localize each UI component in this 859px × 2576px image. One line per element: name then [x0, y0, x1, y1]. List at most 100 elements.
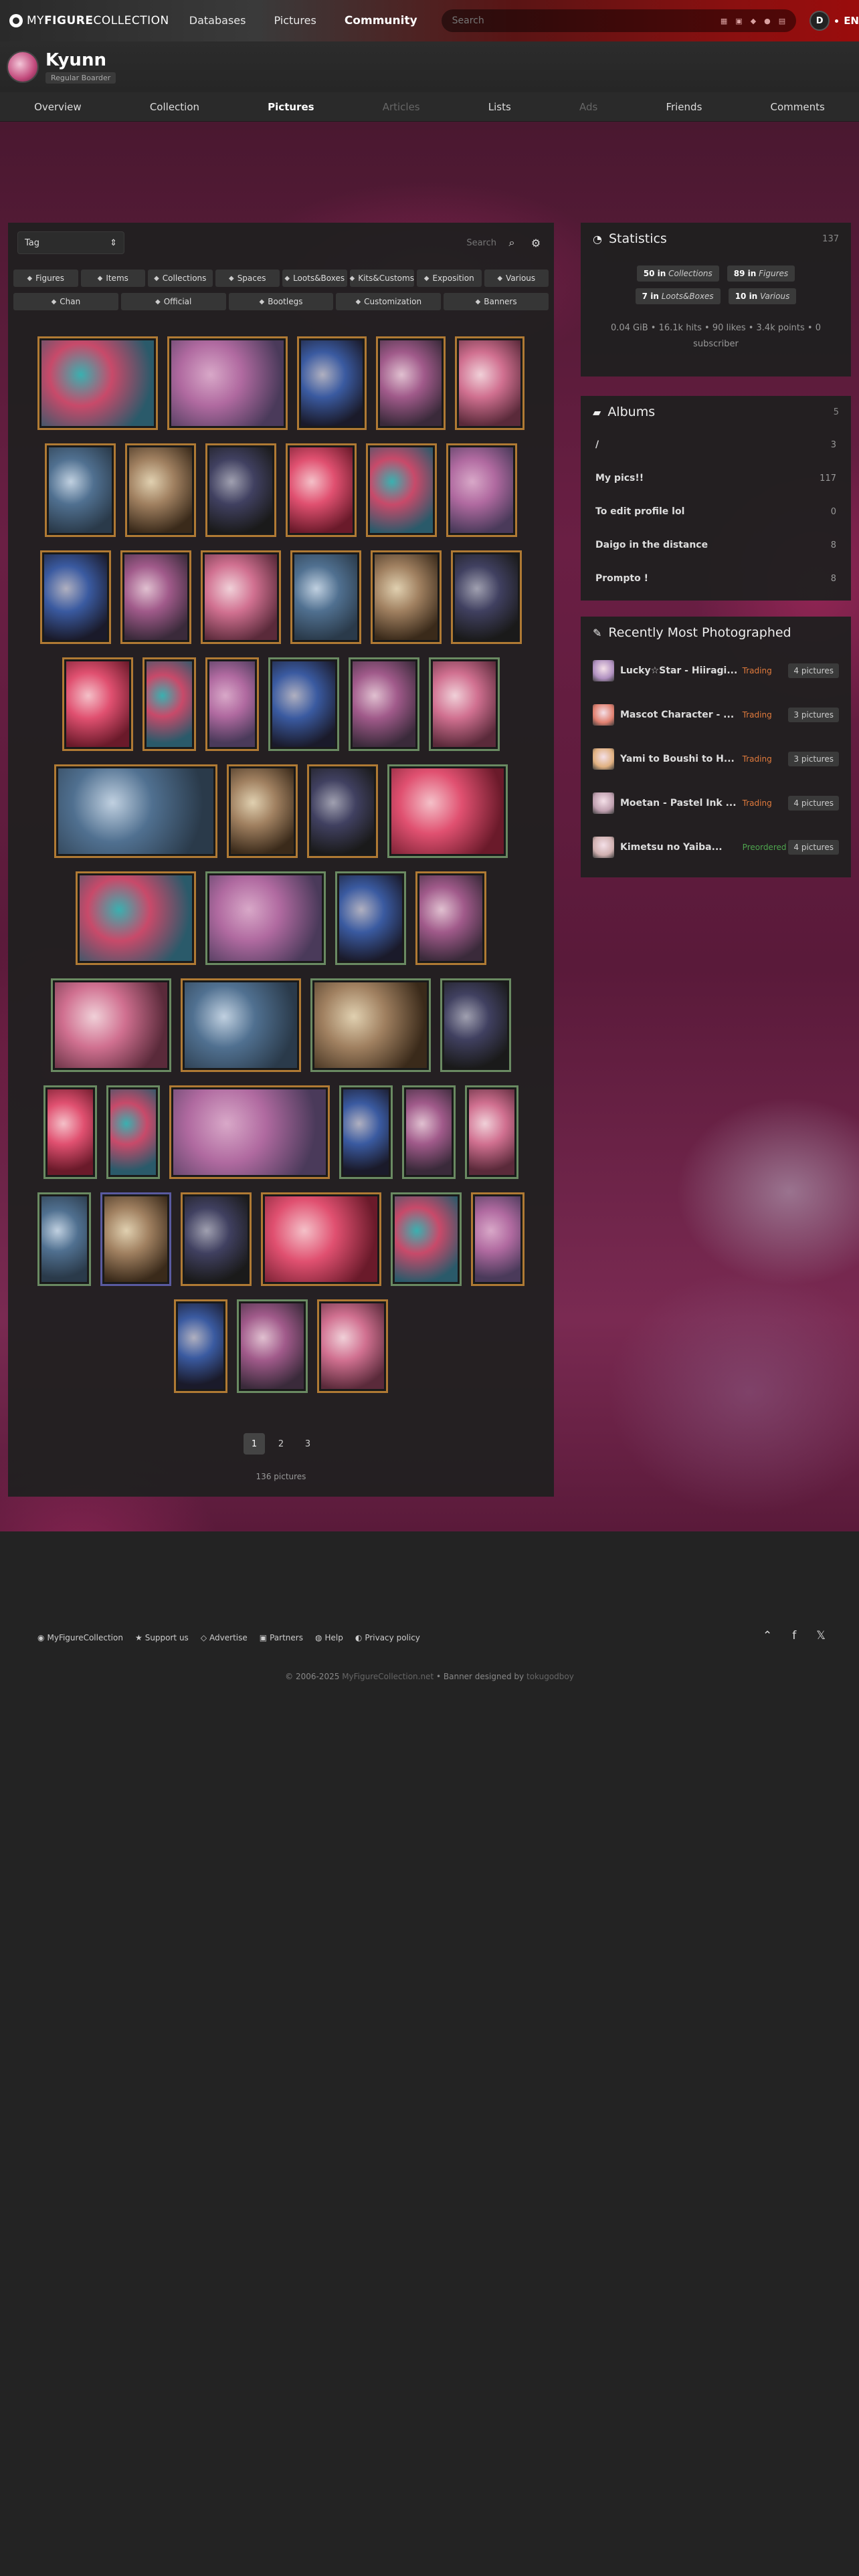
tab-ads[interactable]: Ads [579, 101, 597, 113]
footer-link-partners[interactable]: ▣ Partners [260, 1633, 303, 1642]
profile-avatar[interactable] [7, 51, 39, 83]
nav-community[interactable]: Community [345, 14, 417, 27]
picture-thumbnail[interactable] [181, 1192, 252, 1286]
album-item[interactable]: /3 [581, 428, 851, 461]
tab-lists[interactable]: Lists [488, 101, 511, 113]
picture-thumbnail[interactable] [465, 1085, 518, 1179]
nav-databases[interactable]: Databases [189, 14, 246, 27]
tag-chip-banners[interactable]: ◆ Banners [444, 293, 549, 310]
nav-pictures[interactable]: Pictures [274, 14, 316, 27]
picture-thumbnail[interactable] [37, 1192, 91, 1286]
picture-thumbnail[interactable] [169, 1085, 330, 1179]
picture-thumbnail[interactable] [415, 871, 486, 965]
tag-select[interactable]: Tag ⇕ [17, 231, 124, 254]
picture-thumbnail[interactable] [106, 1085, 160, 1179]
picture-thumbnail[interactable] [402, 1085, 456, 1179]
recent-item[interactable]: Yami to Boushi to H... Trading 3 pictures [581, 737, 851, 781]
tab-overview[interactable]: Overview [34, 101, 82, 113]
picture-thumbnail[interactable] [181, 978, 301, 1072]
picture-thumbnail[interactable] [310, 978, 431, 1072]
stat-pill-various[interactable]: 10 in Various [728, 288, 797, 304]
scope-user-icon[interactable]: ● [764, 17, 771, 25]
footer-link-support[interactable]: ★ Support us [135, 1633, 189, 1642]
picture-thumbnail[interactable] [290, 550, 361, 644]
stat-pill-figures[interactable]: 89 in Figures [727, 265, 795, 282]
picture-thumbnail[interactable] [201, 550, 281, 644]
page-2-button[interactable]: 2 [270, 1433, 292, 1455]
tag-chip-items[interactable]: ◆ Items [80, 270, 145, 287]
picture-thumbnail[interactable] [40, 550, 111, 644]
chevron-up-icon[interactable]: ⌃ [763, 1629, 772, 1642]
picture-thumbnail[interactable] [37, 336, 158, 430]
album-item[interactable]: Daigo in the distance 8 [581, 528, 851, 562]
scope-shop-icon[interactable]: ▤ [779, 17, 785, 25]
picture-thumbnail[interactable] [440, 978, 511, 1072]
tag-chip-chan[interactable]: ◆ Chan [13, 293, 118, 310]
picture-thumbnail[interactable] [142, 657, 196, 751]
scope-image-icon[interactable]: ▣ [735, 17, 742, 25]
site-logo[interactable]: MY FIGURE COLLECTION [9, 14, 169, 27]
search-input[interactable] [452, 15, 721, 26]
picture-thumbnail[interactable] [205, 443, 276, 537]
tag-chip-exposition[interactable]: ◆ Exposition [417, 270, 482, 287]
picture-thumbnail[interactable] [76, 871, 196, 965]
picture-thumbnail[interactable] [174, 1299, 227, 1393]
tab-collection[interactable]: Collection [150, 101, 199, 113]
picture-thumbnail[interactable] [455, 336, 524, 430]
tag-chip-loots-boxes[interactable]: ◆ Loots&Boxes [282, 270, 347, 287]
tag-chip-collections[interactable]: ◆ Collections [148, 270, 213, 287]
picture-thumbnail[interactable] [471, 1192, 524, 1286]
picture-thumbnail[interactable] [339, 1085, 393, 1179]
tag-chip-kits-customs[interactable]: ◆ Kits&Customs [349, 270, 414, 287]
tag-chip-figures[interactable]: ◆ Figures [13, 270, 78, 287]
picture-thumbnail[interactable] [205, 871, 326, 965]
picture-thumbnail[interactable] [371, 550, 442, 644]
footer-link-advertise[interactable]: ◇ Advertise [201, 1633, 248, 1642]
recent-item[interactable]: Kimetsu no Yaiba... Preordered 4 pictures [581, 825, 851, 869]
picture-thumbnail[interactable] [167, 336, 288, 430]
facebook-icon[interactable]: f [792, 1629, 796, 1642]
designer-link[interactable]: tokugodboy [527, 1672, 574, 1681]
scope-tag-icon[interactable]: ◆ [751, 17, 756, 25]
tag-chip-bootlegs[interactable]: ◆ Bootlegs [228, 293, 334, 310]
picture-thumbnail[interactable] [297, 336, 367, 430]
picture-thumbnail[interactable] [446, 443, 517, 537]
tag-chip-spaces[interactable]: ◆ Spaces [215, 270, 280, 287]
footer-link-help[interactable]: ◍ Help [315, 1633, 343, 1642]
recent-item[interactable]: Moetan - Pastel Ink ... Trading 4 pictures [581, 781, 851, 825]
tab-pictures[interactable]: Pictures [268, 101, 314, 113]
picture-thumbnail[interactable] [205, 657, 259, 751]
tab-comments[interactable]: Comments [771, 101, 825, 113]
pictures-search-input[interactable] [430, 233, 496, 253]
recent-item[interactable]: Mascot Character - ... Trading 3 pictures [581, 693, 851, 737]
picture-thumbnail[interactable] [307, 764, 378, 858]
picture-thumbnail[interactable] [451, 550, 522, 644]
picture-thumbnail[interactable] [43, 1085, 97, 1179]
picture-thumbnail[interactable] [429, 657, 500, 751]
picture-thumbnail[interactable] [261, 1192, 381, 1286]
picture-thumbnail[interactable] [62, 657, 133, 751]
picture-thumbnail[interactable] [45, 443, 116, 537]
picture-thumbnail[interactable] [391, 1192, 462, 1286]
page-3-button[interactable]: 3 [297, 1433, 318, 1455]
picture-thumbnail[interactable] [376, 336, 446, 430]
language-switch[interactable]: EN [844, 15, 859, 27]
stat-pill-collections[interactable]: 50 in Collections [636, 265, 719, 282]
recent-item[interactable]: Lucky☆Star - Hiiragi... Trading 4 pictures [581, 649, 851, 693]
album-item[interactable]: To edit profile lol 0 [581, 495, 851, 528]
picture-thumbnail[interactable] [227, 764, 298, 858]
tab-friends[interactable]: Friends [666, 101, 702, 113]
picture-thumbnail[interactable] [120, 550, 191, 644]
picture-thumbnail[interactable] [268, 657, 339, 751]
footer-link-privacy[interactable]: ◐ Privacy policy [355, 1633, 420, 1642]
site-link[interactable]: MyFigureCollection.net [342, 1672, 434, 1681]
gear-icon[interactable]: ⚙ [527, 234, 545, 251]
profile-name[interactable]: Kyunn [45, 50, 116, 70]
picture-thumbnail[interactable] [125, 443, 196, 537]
page-1-button[interactable]: 1 [244, 1433, 265, 1455]
scope-grid-icon[interactable]: ▦ [721, 17, 727, 25]
album-item[interactable]: My pics!! 117 [581, 461, 851, 495]
picture-thumbnail[interactable] [54, 764, 217, 858]
picture-thumbnail[interactable] [286, 443, 357, 537]
picture-thumbnail[interactable] [349, 657, 419, 751]
